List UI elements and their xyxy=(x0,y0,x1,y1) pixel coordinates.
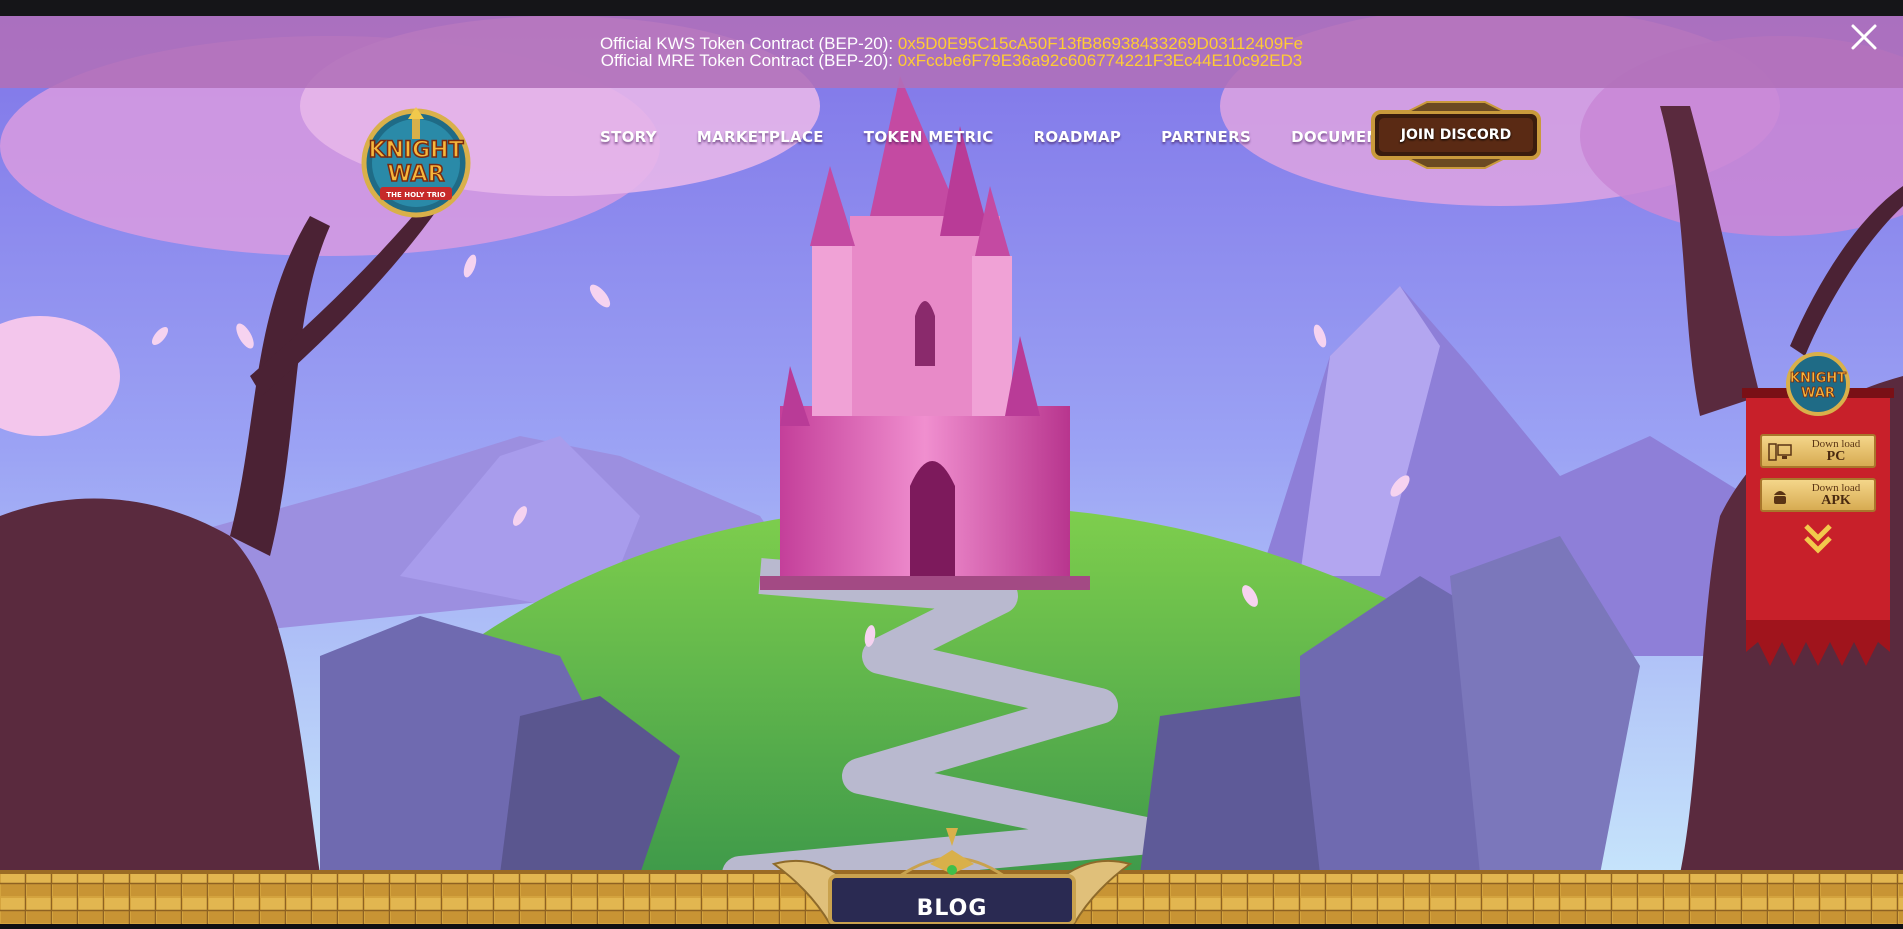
logo-line2: WAR xyxy=(387,162,444,187)
side-logo-line1: KNIGHT xyxy=(1790,371,1846,386)
chevron-double-down-icon xyxy=(1804,524,1832,554)
join-discord-button[interactable]: JOIN DISCORD xyxy=(1367,100,1545,170)
android-icon xyxy=(1774,491,1786,504)
nav-token-metric[interactable]: TOKEN METRIC xyxy=(864,128,994,146)
browser-top-strip xyxy=(0,0,1903,16)
close-banner-button[interactable] xyxy=(1847,20,1881,54)
token-contract-banner: Official KWS Token Contract (BEP-20): 0x… xyxy=(0,16,1903,88)
mre-contract-address[interactable]: 0xFccbe6F79E36a92c606774221F3Ec44E10c92E… xyxy=(898,51,1303,70)
mre-contract-label: Official MRE Token Contract (BEP-20): xyxy=(600,51,893,70)
knight-war-logo[interactable]: KNIGHT WAR THE HOLY TRIO xyxy=(354,107,478,219)
join-discord-label: JOIN DISCORD xyxy=(1400,127,1512,143)
nav-marketplace[interactable]: MARKETPLACE xyxy=(697,128,824,146)
download-side-banner: KNIGHT WAR Down load PC Down load APK xyxy=(1742,352,1894,668)
nav-story[interactable]: STORY xyxy=(600,128,657,146)
main-nav: STORY MARKETPLACE TOKEN METRIC ROADMAP P… xyxy=(600,128,1441,146)
blog-section-header: BLOG xyxy=(770,820,1134,924)
logo-line1: KNIGHT xyxy=(368,138,463,163)
download-apk-label: APK xyxy=(1821,493,1851,508)
download-apk-button[interactable]: Down load APK xyxy=(1760,478,1876,512)
scroll-down-button[interactable] xyxy=(1802,522,1834,556)
close-icon xyxy=(1851,24,1877,50)
logo-emblem: KNIGHT WAR THE HOLY TRIO xyxy=(361,107,471,218)
download-pc-label: PC xyxy=(1826,449,1846,464)
nav-roadmap[interactable]: ROADMAP xyxy=(1034,128,1122,146)
kws-contract-row: Official KWS Token Contract (BEP-20): 0x… xyxy=(600,35,1303,52)
mre-contract-row: Official MRE Token Contract (BEP-20): 0x… xyxy=(601,52,1303,69)
side-logo-line2: WAR xyxy=(1801,386,1835,401)
logo-tagline: THE HOLY TRIO xyxy=(386,191,445,199)
blog-label[interactable]: BLOG xyxy=(770,896,1134,921)
download-pc-button[interactable]: Down load PC xyxy=(1760,434,1876,468)
desktop-icon xyxy=(1768,443,1792,461)
nav-partners[interactable]: PARTNERS xyxy=(1161,128,1251,146)
